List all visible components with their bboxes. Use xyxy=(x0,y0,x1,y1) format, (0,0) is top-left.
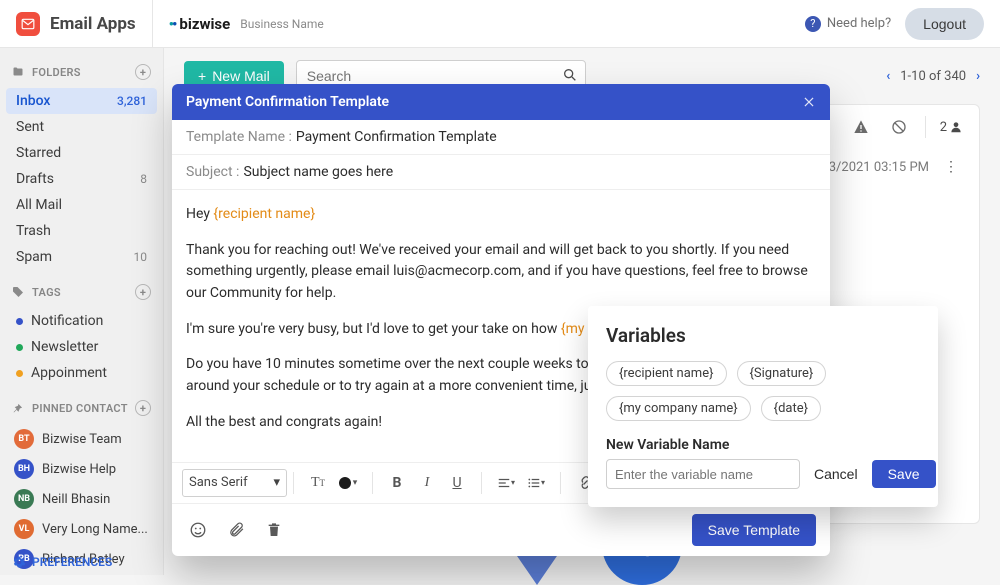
variable-chip-list: {recipient name} {Signature} {my company n… xyxy=(606,361,920,421)
workspace-name: bizwise xyxy=(179,15,230,33)
add-tag-button[interactable]: + xyxy=(135,284,151,300)
pager: ‹ 1-10 of 340 › xyxy=(886,69,980,84)
folder-icon xyxy=(12,65,26,79)
variables-popover: Variables {recipient name} {Signature} {my… xyxy=(588,306,938,507)
chevron-down-icon: ▾ xyxy=(273,475,280,490)
variable-chip[interactable]: {recipient name} xyxy=(606,361,727,386)
block-icon[interactable] xyxy=(887,115,911,139)
workspace-subtitle: Business Name xyxy=(240,17,324,31)
plus-icon: + xyxy=(198,68,206,84)
pager-prev-button[interactable]: ‹ xyxy=(886,69,890,84)
italic-button[interactable]: I xyxy=(415,471,439,495)
sidebar-folder-spam[interactable]: Spam10 xyxy=(6,244,157,270)
variable-chip[interactable]: {my company name} xyxy=(606,396,751,421)
top-bar: Email Apps •• bizwise Business Name ? Ne… xyxy=(0,0,1000,48)
subject-row: Subject : Subject name goes here xyxy=(172,155,830,190)
app-icon xyxy=(16,12,40,36)
add-folder-button[interactable]: + xyxy=(135,64,151,80)
new-mail-label: New Mail xyxy=(212,68,270,84)
font-size-button[interactable]: TT xyxy=(306,471,330,495)
variables-save-button[interactable]: Save xyxy=(872,460,936,488)
subject-value[interactable]: Subject name goes here xyxy=(243,164,393,180)
emoji-button[interactable] xyxy=(186,518,210,542)
modal-close-button[interactable] xyxy=(802,95,816,109)
message-menu-icon[interactable]: ⋮ xyxy=(939,155,963,179)
sidebar-tag-notification[interactable]: Notification xyxy=(6,308,157,334)
pinned-contact[interactable]: BHBizwise Help xyxy=(6,454,157,484)
variables-title: Variables xyxy=(606,324,920,347)
attachment-button[interactable] xyxy=(224,518,248,542)
underline-button[interactable]: U xyxy=(445,471,469,495)
help-icon: ? xyxy=(805,16,821,32)
subject-label: Subject : xyxy=(186,164,239,180)
sidebar-folder-inbox[interactable]: Inbox3,281 xyxy=(6,88,157,114)
tags-heading: TAGS + xyxy=(0,278,163,306)
template-name-label: Template Name : xyxy=(186,129,292,145)
workspace-logo[interactable]: •• bizwise xyxy=(169,15,231,33)
variable-chip[interactable]: {date} xyxy=(761,396,821,421)
preferences-link[interactable]: PREFERENCES xyxy=(12,555,112,569)
preferences-label: PREFERENCES xyxy=(32,555,112,569)
tags-heading-label: TAGS xyxy=(32,286,61,299)
need-help-link[interactable]: ? Need help? xyxy=(805,16,891,32)
template-name-row: Template Name : Payment Confirmation Tem… xyxy=(172,120,830,155)
font-color-button[interactable]: ▾ xyxy=(336,471,360,495)
sidebar-folder-trash[interactable]: Trash xyxy=(6,218,157,244)
separator xyxy=(152,0,153,48)
delete-draft-button[interactable] xyxy=(262,518,286,542)
sidebar-tag-appoinment[interactable]: Appoinment xyxy=(6,360,157,386)
add-contact-button[interactable]: + xyxy=(135,400,151,416)
pinned-contact[interactable]: NBNeill Bhasin xyxy=(6,484,157,514)
folders-heading: FOLDERS + xyxy=(0,58,163,86)
contact-list: BTBizwise TeamBHBizwise HelpNBNeill Bhas… xyxy=(0,422,163,575)
participant-count: 2 xyxy=(940,120,963,135)
app-title: Email Apps xyxy=(50,14,136,34)
gear-icon xyxy=(12,555,26,569)
need-help-label: Need help? xyxy=(827,16,891,31)
pager-text: 1-10 of 340 xyxy=(900,69,966,84)
sidebar-tag-newsletter[interactable]: Newsletter xyxy=(6,334,157,360)
sidebar: FOLDERS + Inbox3,281SentStarredDrafts8Al… xyxy=(0,48,164,575)
variables-cancel-button[interactable]: Cancel xyxy=(810,460,862,488)
save-template-button[interactable]: Save Template xyxy=(692,514,816,546)
pager-next-button[interactable]: › xyxy=(976,69,980,84)
template-name-value[interactable]: Payment Confirmation Template xyxy=(296,129,497,145)
logout-button[interactable]: Logout xyxy=(905,8,984,40)
pinned-heading: PINNED CONTACT + xyxy=(0,394,163,422)
pinned-contact[interactable]: BTBizwise Team xyxy=(6,424,157,454)
new-variable-input[interactable] xyxy=(606,459,800,489)
list-button[interactable]: ▾ xyxy=(524,471,548,495)
folder-list: Inbox3,281SentStarredDrafts8All MailTras… xyxy=(0,86,163,272)
tag-icon xyxy=(12,285,26,299)
modal-footer: Save Template xyxy=(172,504,830,556)
tag-list: NotificationNewsletterAppoinment xyxy=(0,306,163,388)
new-variable-label: New Variable Name xyxy=(606,437,920,453)
folders-heading-label: FOLDERS xyxy=(32,66,81,79)
pinned-contact[interactable]: VLVery Long Name... xyxy=(6,514,157,544)
pin-icon xyxy=(12,401,26,415)
bold-button[interactable]: B xyxy=(385,471,409,495)
font-family-select[interactable]: Sans Serif▾ xyxy=(182,469,287,497)
pinned-heading-label: PINNED CONTACT xyxy=(32,402,128,415)
search-icon[interactable] xyxy=(562,67,578,83)
sidebar-folder-all-mail[interactable]: All Mail xyxy=(6,192,157,218)
report-icon[interactable] xyxy=(849,115,873,139)
variable-recipient: {recipient name} xyxy=(213,206,315,222)
sidebar-folder-drafts[interactable]: Drafts8 xyxy=(6,166,157,192)
sidebar-folder-starred[interactable]: Starred xyxy=(6,140,157,166)
modal-title: Payment Confirmation Template xyxy=(186,94,389,110)
align-button[interactable]: ▾ xyxy=(494,471,518,495)
logo-dots-icon: •• xyxy=(169,15,176,33)
sidebar-folder-sent[interactable]: Sent xyxy=(6,114,157,140)
modal-header: Payment Confirmation Template xyxy=(172,84,830,120)
variable-chip[interactable]: {Signature} xyxy=(737,361,827,386)
